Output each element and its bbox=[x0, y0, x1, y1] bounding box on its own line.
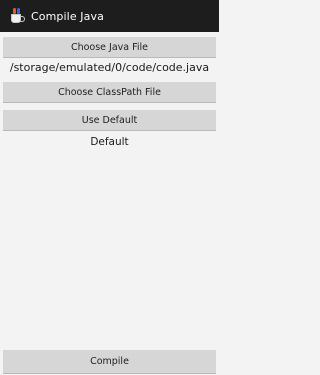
action-bar: Compile Java bbox=[0, 0, 219, 32]
choose-classpath-file-button[interactable]: Choose ClassPath File bbox=[3, 82, 216, 103]
java-cup-icon bbox=[9, 8, 25, 24]
app-title: Compile Java bbox=[31, 9, 104, 23]
choose-java-file-button[interactable]: Choose Java File bbox=[3, 37, 216, 58]
classpath-value: Default bbox=[90, 136, 129, 148]
use-default-button[interactable]: Use Default bbox=[3, 110, 216, 131]
compile-button[interactable]: Compile bbox=[3, 350, 216, 374]
java-file-path: /storage/emulated/0/code/code.java bbox=[9, 61, 210, 74]
